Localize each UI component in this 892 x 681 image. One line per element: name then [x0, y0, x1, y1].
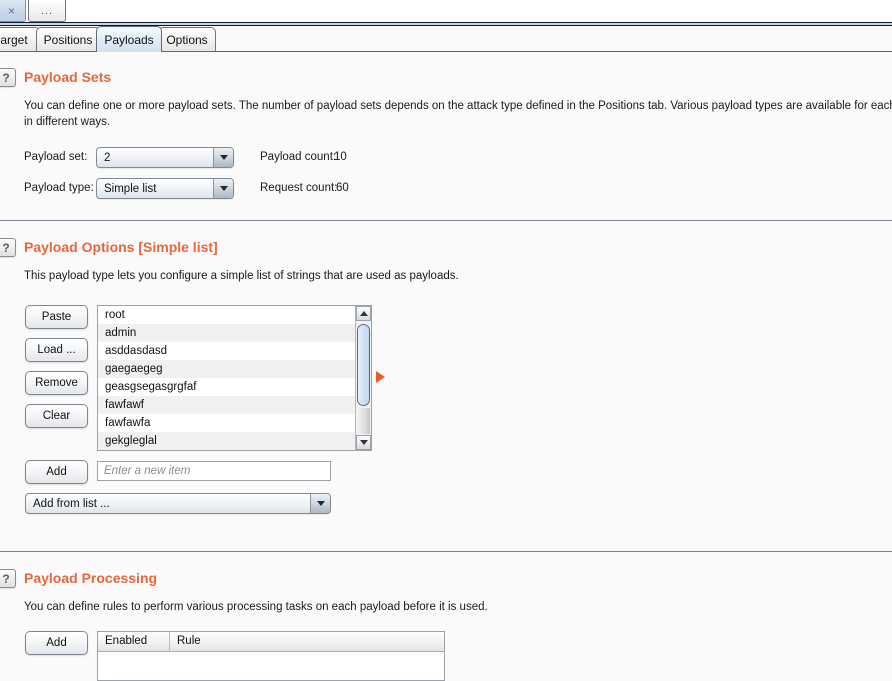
tab-positions-label: Positions [43, 32, 93, 47]
tab-options-label: Options [166, 32, 208, 47]
section-divider-1 [0, 220, 892, 221]
list-item[interactable]: fawfawf [98, 396, 371, 414]
load-button-label: Load ... [37, 344, 76, 356]
scrollbar-thumb[interactable] [357, 324, 370, 406]
payload-processing-description: You can define rules to perform various … [24, 601, 488, 613]
payload-set-dropdown[interactable]: 2 [96, 147, 234, 168]
clear-button[interactable]: Clear [25, 404, 88, 428]
request-count-label: Request count: [260, 182, 338, 194]
payload-sets-title: Payload Sets [24, 69, 112, 85]
tab-target-label: arget [0, 32, 28, 47]
payload-position-marker-icon [376, 371, 385, 383]
help-icon-payload-sets[interactable]: ? [0, 68, 16, 87]
window-tab-more-label: ... [40, 4, 54, 17]
payload-options-description: This payload type lets you configure a s… [24, 270, 459, 282]
paste-button[interactable]: Paste [25, 305, 88, 329]
list-item[interactable]: fawfawfa [98, 414, 371, 432]
payload-processing-title: Payload Processing [24, 570, 158, 586]
help-icon-payload-processing[interactable]: ? [0, 569, 16, 588]
help-badge-label: ? [2, 571, 10, 586]
table-body[interactable] [98, 652, 444, 680]
help-icon-payload-options[interactable]: ? [0, 238, 16, 257]
add-from-list-dropdown[interactable]: Add from list ... [25, 493, 331, 514]
chevron-down-icon [213, 148, 233, 167]
load-button[interactable]: Load ... [25, 338, 88, 362]
column-header-enabled[interactable]: Enabled [98, 632, 170, 651]
payload-count-value: 10 [334, 151, 347, 163]
add-rule-button-label: Add [46, 637, 67, 649]
payload-options-title: Payload Options [Simple list] [24, 239, 218, 255]
list-item[interactable]: asddasdasd [98, 342, 371, 360]
payload-type-value: Simple list [104, 182, 157, 195]
payload-type-label: Payload type: [24, 182, 94, 194]
close-icon: × [7, 3, 15, 18]
remove-button[interactable]: Remove [25, 371, 88, 395]
list-item[interactable]: root [98, 306, 371, 324]
intruder-tab-bar: arget Positions Payloads Options [0, 22, 892, 52]
clear-button-label: Clear [42, 410, 71, 422]
help-badge-label: ? [2, 70, 10, 85]
payload-set-label: Payload set: [24, 151, 88, 163]
list-item[interactable]: gaegaegeg [98, 360, 371, 378]
scroll-down-icon[interactable] [356, 435, 371, 450]
payload-list[interactable]: root admin asddasdasd gaegaegeg geasgseg… [97, 305, 372, 451]
chevron-down-icon [213, 179, 233, 198]
tab-target[interactable]: arget [0, 27, 40, 51]
table-header-row: Enabled Rule [98, 632, 444, 652]
add-rule-button[interactable]: Add [25, 631, 88, 655]
list-item[interactable]: geasgsegasgrgfaf [98, 378, 371, 396]
add-item-button-label: Add [46, 466, 67, 478]
window-tab-close[interactable]: × [0, 0, 26, 22]
new-item-placeholder: Enter a new item [104, 465, 191, 477]
request-count-value: 60 [336, 182, 349, 194]
section-divider-2 [0, 551, 892, 552]
add-item-button[interactable]: Add [25, 460, 88, 484]
new-item-input[interactable]: Enter a new item [97, 461, 331, 481]
window-tab-more[interactable]: ... [28, 0, 66, 22]
window-tab-strip: × ... [0, 0, 892, 22]
column-header-rule[interactable]: Rule [170, 632, 444, 651]
payload-sets-description-line2: in different ways. [24, 116, 111, 128]
chevron-down-icon [310, 494, 330, 513]
scroll-up-icon[interactable] [356, 306, 371, 321]
tab-payloads-label: Payloads [104, 32, 154, 47]
payload-processing-table[interactable]: Enabled Rule [97, 631, 445, 681]
tab-positions[interactable]: Positions [36, 27, 100, 51]
remove-button-label: Remove [35, 377, 78, 389]
add-from-list-value: Add from list ... [33, 497, 110, 510]
tab-options[interactable]: Options [158, 27, 216, 51]
payload-count-label: Payload count: [260, 151, 337, 163]
list-item[interactable]: admin [98, 324, 371, 342]
paste-button-label: Paste [41, 311, 72, 323]
payload-type-dropdown[interactable]: Simple list [96, 178, 234, 199]
scrollbar-track[interactable] [357, 408, 370, 434]
help-badge-label: ? [2, 240, 10, 255]
list-item[interactable]: gekgleglal [98, 432, 371, 450]
payload-sets-description-line1: You can define one or more payload sets.… [24, 100, 892, 112]
payload-set-value: 2 [104, 151, 111, 164]
tab-payloads[interactable]: Payloads [96, 26, 162, 52]
payload-list-scrollbar[interactable] [355, 306, 371, 450]
